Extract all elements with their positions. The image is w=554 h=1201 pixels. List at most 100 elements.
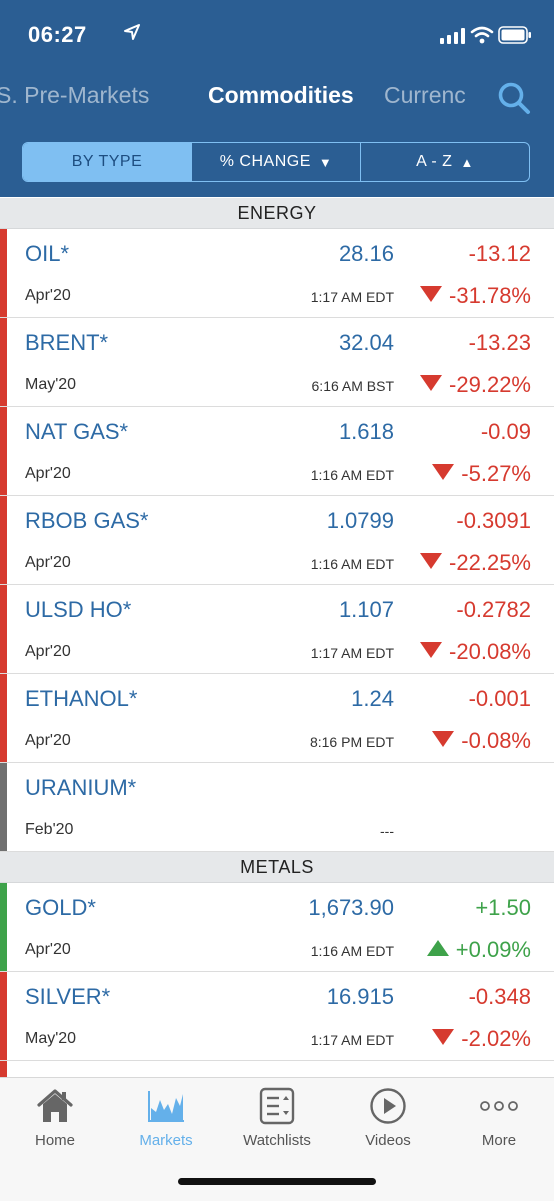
- commodity-change: -13.23: [468, 330, 531, 355]
- quote-time: 1:17 AM EDT: [310, 1032, 394, 1048]
- percent-value: -0.08%: [461, 728, 531, 753]
- quote-time: 1:17 AM EDT: [310, 289, 394, 305]
- commodity-row[interactable]: COPPER*2.4025-0.068: [0, 1061, 554, 1078]
- commodity-name: OIL*: [25, 241, 70, 266]
- contract-month: Apr'20: [25, 465, 71, 482]
- commodity-row[interactable]: GOLD* 1,673.90 +1.50 Apr'20 1:16 AM EDT +0.09…: [0, 883, 554, 972]
- market-tabs: S. Pre-Markets Commodities Currenc: [0, 82, 554, 116]
- commodity-row[interactable]: RBOB GAS* 1.0799 -0.3091 Apr'20 1:16 AM EDT -…: [0, 496, 554, 585]
- triangle-down-icon: [419, 639, 443, 665]
- sort-by-type-button[interactable]: BY TYPE: [23, 143, 192, 181]
- commodity-row[interactable]: ULSD HO* 1.107 -0.2782 Apr'20 1:17 AM EDT -20…: [0, 585, 554, 674]
- commodity-percent-change: +0.09%: [426, 937, 531, 963]
- watchlists-icon: [222, 1086, 332, 1126]
- commodity-change: -0.09: [480, 419, 531, 444]
- quote-time: 8:16 PM EDT: [309, 734, 394, 750]
- tab-us-pre-markets[interactable]: S. Pre-Markets: [0, 82, 149, 109]
- commodity-price: 1.618: [338, 419, 394, 444]
- row-trend-indicator: [0, 407, 7, 495]
- contract-month: Apr'20: [25, 643, 71, 660]
- triangle-down-icon: [431, 461, 455, 487]
- commodity-row[interactable]: SILVER* 16.915 -0.348 May'20 1:17 AM EDT -2.0…: [0, 972, 554, 1061]
- commodity-name: SILVER*: [25, 984, 111, 1009]
- percent-value: -20.08%: [449, 639, 531, 664]
- section-header: METALS: [0, 852, 554, 883]
- commodity-change: -0.2782: [456, 597, 531, 622]
- quote-time: 1:16 AM EDT: [310, 556, 394, 572]
- contract-month: Apr'20: [25, 554, 71, 571]
- markets-icon: [111, 1086, 221, 1126]
- tab-commodities[interactable]: Commodities: [208, 82, 354, 109]
- location-arrow-icon: [124, 24, 140, 45]
- commodity-change: -0.3091: [456, 508, 531, 533]
- commodity-row[interactable]: ETHANOL* 1.24 -0.001 Apr'20 8:16 PM EDT -0.08…: [0, 674, 554, 763]
- commodity-name: GOLD*: [25, 895, 96, 920]
- nav-videos[interactable]: Videos: [333, 1086, 443, 1149]
- percent-value: +0.09%: [455, 937, 531, 962]
- row-trend-indicator: [0, 1061, 7, 1078]
- row-trend-indicator: [0, 674, 7, 762]
- row-trend-indicator: [0, 763, 7, 851]
- commodity-name: NAT GAS*: [25, 419, 129, 444]
- nav-more[interactable]: More: [444, 1086, 554, 1149]
- triangle-up-icon: [426, 937, 450, 963]
- commodity-percent-change: -22.25%: [419, 550, 531, 576]
- commodity-row[interactable]: NAT GAS* 1.618 -0.09 Apr'20 1:16 AM EDT -5.27…: [0, 407, 554, 496]
- commodity-change: -13.12: [468, 241, 531, 266]
- row-trend-indicator: [0, 229, 7, 317]
- commodity-change: +1.50: [475, 895, 531, 920]
- triangle-down-icon: [431, 1026, 455, 1052]
- commodity-row[interactable]: BRENT* 32.04 -13.23 May'20 6:16 AM BST -29.22…: [0, 318, 554, 407]
- nav-home-label: Home: [34, 1132, 75, 1149]
- app-header: 06:27 S. Pre-Markets Commodities Currenc…: [0, 0, 554, 197]
- videos-icon: [333, 1086, 443, 1126]
- sort-alphabetical-label: A - Z: [416, 153, 453, 170]
- commodity-row[interactable]: URANIUM* Feb'20 ---: [0, 763, 554, 852]
- status-bar: 06:27: [28, 18, 532, 52]
- wifi-icon: [470, 26, 494, 49]
- commodity-change: -0.348: [468, 984, 531, 1009]
- cellular-signal-icon: [440, 28, 466, 49]
- commodity-price: 1.24: [351, 686, 394, 711]
- home-indicator: [178, 1178, 376, 1185]
- row-trend-indicator: [0, 318, 7, 406]
- nav-markets[interactable]: Markets: [111, 1086, 221, 1149]
- commodity-percent-change: -31.78%: [419, 283, 531, 309]
- quote-time: 1:17 AM EDT: [310, 645, 394, 661]
- sort-by-type-label: BY TYPE: [71, 153, 143, 170]
- more-icon: [444, 1086, 554, 1126]
- commodity-name: RBOB GAS*: [25, 508, 149, 533]
- commodity-row[interactable]: OIL* 28.16 -13.12 Apr'20 1:17 AM EDT -31.78%: [0, 229, 554, 318]
- sort-alphabetical-button[interactable]: A - Z ▲: [361, 143, 529, 181]
- commodity-name: ULSD HO*: [25, 597, 132, 622]
- sort-segmented-control: BY TYPE % CHANGE ▼ A - Z ▲: [22, 142, 530, 182]
- quote-time: 1:16 AM EDT: [310, 943, 394, 959]
- commodity-price: 32.04: [338, 330, 394, 355]
- commodity-percent-change: -2.02%: [431, 1026, 531, 1052]
- tab-currencies[interactable]: Currenc: [384, 82, 466, 109]
- sort-ascending-icon: ▲: [460, 154, 474, 170]
- commodities-list: ENERGY OIL* 28.16 -13.12 Apr'20 1:17 AM EDT -3…: [0, 198, 554, 1078]
- sort-by-change-button[interactable]: % CHANGE ▼: [192, 143, 361, 181]
- home-icon: [0, 1086, 110, 1126]
- nav-videos-label: Videos: [365, 1132, 411, 1149]
- commodity-price: 28.16: [338, 241, 394, 266]
- nav-home[interactable]: Home: [0, 1086, 110, 1149]
- commodity-change: -0.001: [468, 686, 531, 711]
- commodity-percent-change: -5.27%: [431, 461, 531, 487]
- triangle-down-icon: [419, 283, 443, 309]
- commodity-name: ETHANOL*: [25, 686, 138, 711]
- nav-watchlists[interactable]: Watchlists: [222, 1086, 332, 1149]
- commodity-percent-change: -0.08%: [431, 728, 531, 754]
- row-trend-indicator: [0, 972, 7, 1060]
- percent-value: -2.02%: [461, 1026, 531, 1051]
- contract-month: Apr'20: [25, 941, 71, 958]
- commodity-name: BRENT*: [25, 330, 109, 355]
- nav-markets-label: Markets: [139, 1132, 193, 1149]
- row-trend-indicator: [0, 883, 7, 971]
- quote-time: 6:16 AM BST: [311, 378, 394, 394]
- commodity-price: 16.915: [326, 984, 394, 1009]
- search-icon[interactable]: [496, 80, 532, 121]
- nav-more-label: More: [481, 1132, 517, 1149]
- quote-time: 1:16 AM EDT: [310, 467, 394, 483]
